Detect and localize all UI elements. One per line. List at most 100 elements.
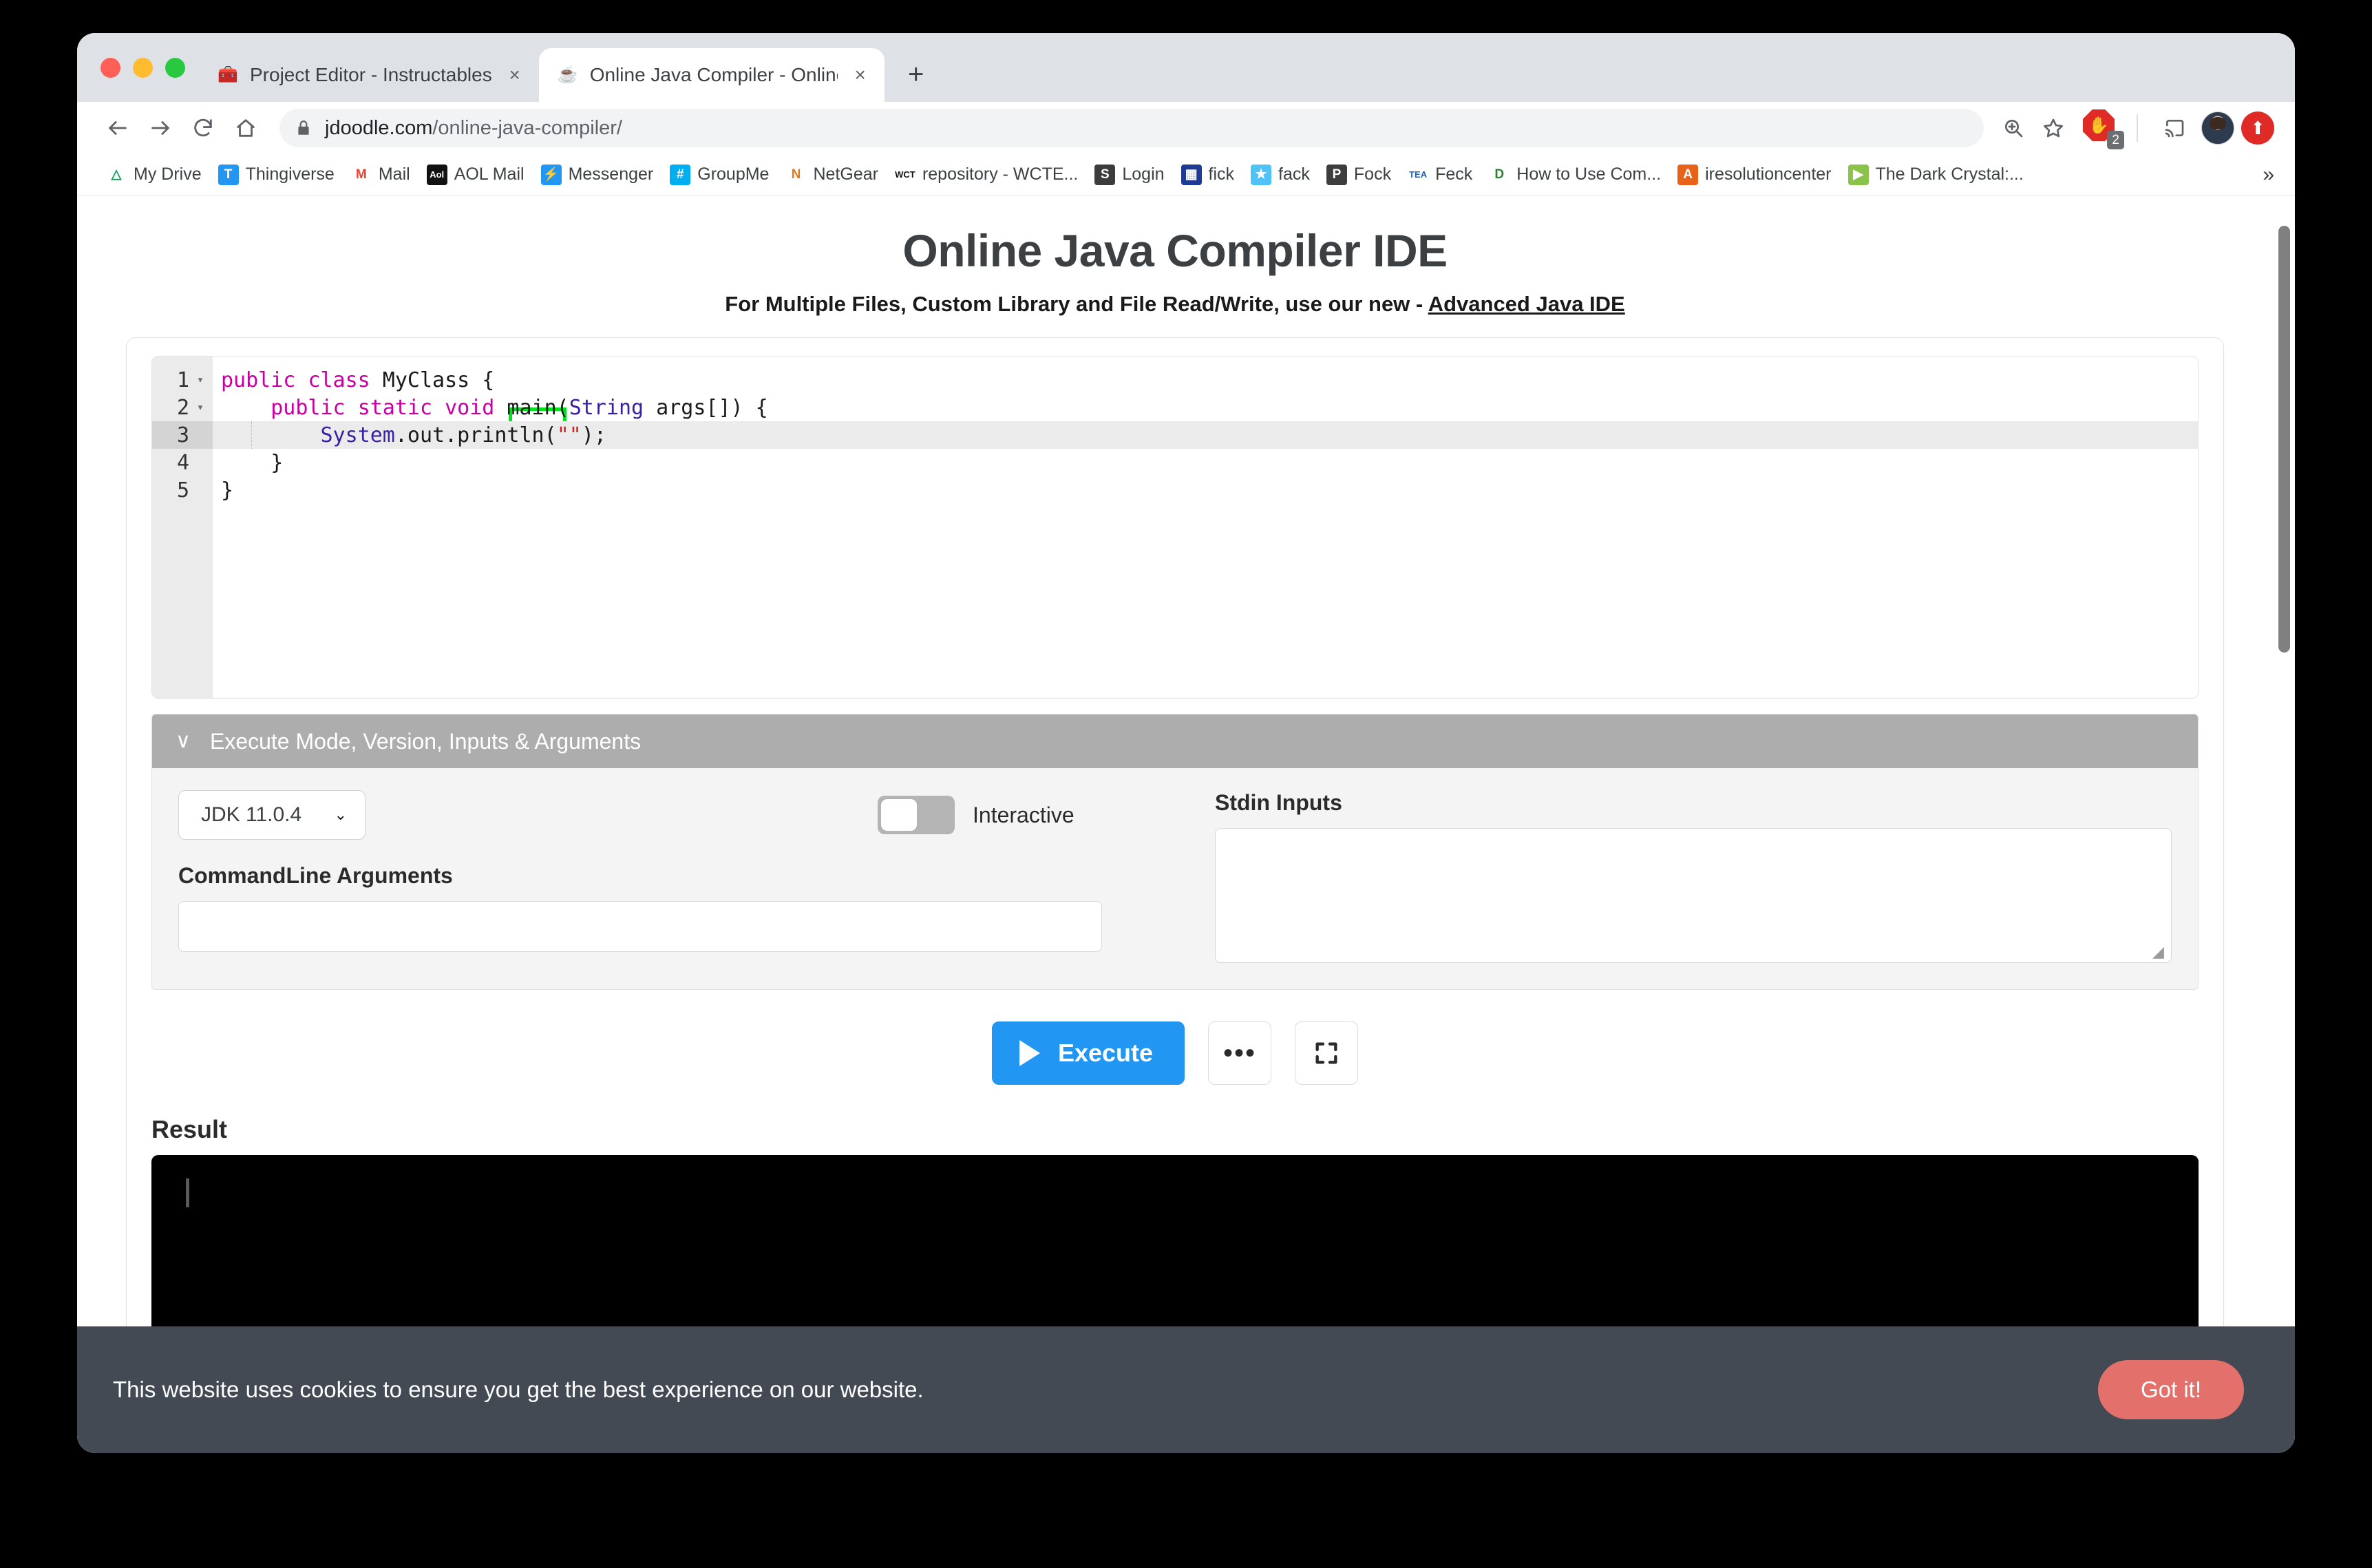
code-token: );	[582, 423, 606, 447]
line-number-gutter: 1▾2▾3▾4▾5▾	[152, 357, 213, 698]
address-bar[interactable]: jdoodle.com/online-java-compiler/	[279, 109, 1984, 147]
code-token: String	[569, 396, 644, 420]
code-line: }	[213, 476, 2198, 504]
code-token	[432, 396, 445, 420]
fold-arrow-icon[interactable]: ▾	[195, 374, 206, 386]
close-icon[interactable]: ×	[503, 63, 527, 87]
execute-options-body: JDK 11.0.4 ⌄ Interactive	[152, 768, 2198, 989]
result-label: Result	[151, 1115, 2199, 1144]
line-number: 5▾	[152, 476, 213, 504]
bookmark-label: GroupMe	[697, 165, 769, 184]
bookmark-the-dark-crystal[interactable]: ▶The Dark Crystal:...	[1840, 160, 2032, 189]
bookmark-fick[interactable]: ▦fick	[1173, 160, 1243, 189]
interactive-toggle-group[interactable]: Interactive	[878, 796, 1074, 834]
bookmark-label: Login	[1122, 165, 1164, 184]
bookmark-login[interactable]: SLogin	[1086, 160, 1172, 189]
fullscreen-icon	[1313, 1039, 1340, 1067]
code-token: }	[221, 478, 233, 502]
bookmark-feck[interactable]: TEAFeck	[1399, 160, 1481, 189]
bookmark-mail[interactable]: MMail	[343, 160, 419, 189]
resize-handle-icon[interactable]: ◢	[2152, 944, 2168, 960]
forward-icon[interactable]	[139, 107, 182, 149]
execute-options-header[interactable]: ∨ Execute Mode, Version, Inputs & Argume…	[152, 714, 2198, 768]
bookmark-iresolutioncenter[interactable]: Airesolutioncenter	[1669, 160, 1839, 189]
bookmark-fock[interactable]: PFock	[1318, 160, 1399, 189]
commandline-arguments-input[interactable]	[178, 901, 1102, 952]
bookmark-messenger[interactable]: ⚡Messenger	[533, 160, 662, 189]
code-token	[221, 423, 321, 447]
document-icon: D	[1489, 165, 1510, 185]
lock-icon	[295, 119, 313, 137]
code-token: static	[358, 396, 432, 420]
cookie-accept-button[interactable]: Got it!	[2098, 1360, 2244, 1419]
ide-card: 1▾2▾3▾4▾5▾ public class MyClass { public…	[126, 337, 2224, 1362]
code-token: ""	[557, 423, 582, 447]
bookmark-star-icon[interactable]	[2033, 108, 2073, 148]
page-viewport: Online Java Compiler IDE For Multiple Fi…	[77, 195, 2295, 1452]
close-icon[interactable]: ×	[849, 63, 872, 87]
tab-strip: 🧰 Project Editor - Instructables × ☕ Onl…	[77, 33, 2295, 102]
chevron-down-icon: ⌄	[335, 806, 347, 824]
new-tab-button[interactable]: +	[897, 55, 935, 94]
bookmark-thingiverse[interactable]: TThingiverse	[210, 160, 343, 189]
bookmark-aol-mail[interactable]: AolAOL Mail	[419, 160, 533, 189]
cast-icon[interactable]	[2154, 108, 2194, 148]
bookmark-label: iresolutioncenter	[1705, 165, 1831, 184]
page-scrollbar[interactable]	[2273, 195, 2295, 1452]
adblock-icon[interactable]: ✋ 2	[2083, 109, 2120, 147]
cookie-message: This website uses cookies to ensure you …	[113, 1377, 924, 1403]
line-number: 1▾	[152, 366, 213, 394]
upload-extension-icon[interactable]: ⬆	[2241, 112, 2274, 145]
close-window-button[interactable]	[100, 58, 120, 78]
back-icon[interactable]	[96, 107, 139, 149]
result-output-console[interactable]	[151, 1155, 2199, 1335]
fold-arrow-icon[interactable]: ▾	[195, 402, 206, 414]
code-text-area[interactable]: public class MyClass { public static voi…	[213, 357, 2198, 698]
advanced-java-ide-link[interactable]: Advanced Java IDE	[1428, 292, 1625, 316]
bookmark-groupme[interactable]: #GroupMe	[661, 160, 777, 189]
interactive-toggle[interactable]	[878, 796, 955, 834]
line-number: 2▾	[152, 394, 213, 421]
code-token	[221, 396, 271, 420]
browser-tab-project-editor[interactable]: 🧰 Project Editor - Instructables ×	[199, 48, 539, 102]
bookmarks-overflow-button[interactable]: »	[2254, 163, 2283, 187]
bookmark-fack[interactable]: ★fack	[1242, 160, 1318, 189]
profile-avatar[interactable]	[2201, 112, 2234, 145]
code-token: MyClass {	[370, 368, 495, 392]
bookmark-repository-wcte[interactable]: WCTrepository - WCTE...	[887, 160, 1086, 189]
stdin-inputs-textarea[interactable]: ◢	[1215, 828, 2172, 963]
bookmark-netgear[interactable]: NNetGear	[777, 160, 886, 189]
bookmark-label: Feck	[1435, 165, 1472, 184]
line-number-value: 5	[177, 478, 189, 502]
cookie-consent-banner: This website uses cookies to ensure you …	[77, 1326, 2295, 1453]
maximize-window-button[interactable]	[165, 58, 185, 78]
code-token: System	[321, 423, 395, 447]
google-drive-icon: △	[106, 165, 127, 185]
code-editor[interactable]: 1▾2▾3▾4▾5▾ public class MyClass { public…	[151, 356, 2199, 699]
execute-button-label: Execute	[1058, 1039, 1153, 1068]
code-line: }	[213, 449, 2198, 476]
jdk-and-interactive-row: JDK 11.0.4 ⌄ Interactive	[178, 790, 1190, 840]
bookmark-my-drive[interactable]: △My Drive	[98, 160, 210, 189]
code-token: .out.println(	[395, 423, 557, 447]
scrollbar-thumb[interactable]	[2278, 226, 2290, 653]
netgear-icon: N	[785, 165, 806, 185]
bookmark-how-to-use-com[interactable]: DHow to Use Com...	[1481, 160, 1669, 189]
browser-tab-online-java-compiler[interactable]: ☕ Online Java Compiler - Online ×	[539, 48, 885, 102]
page-subtitle-text: For Multiple Files, Custom Library and F…	[725, 292, 1428, 316]
reload-icon[interactable]	[182, 107, 224, 149]
more-options-button[interactable]: •••	[1208, 1021, 1271, 1085]
action-button-row: Execute •••	[151, 1021, 2199, 1085]
minimize-window-button[interactable]	[133, 58, 153, 78]
play-circle-icon: ▶	[1848, 165, 1869, 185]
java-coffee-cup-icon: ☕	[557, 64, 579, 86]
home-icon[interactable]	[224, 107, 267, 149]
bookmark-label: repository - WCTE...	[922, 165, 1078, 184]
aol-icon: Aol	[427, 165, 447, 185]
fullscreen-button[interactable]	[1295, 1021, 1358, 1085]
zoom-icon[interactable]	[1993, 108, 2033, 148]
jdk-version-select[interactable]: JDK 11.0.4 ⌄	[178, 790, 366, 840]
execute-button[interactable]: Execute	[992, 1021, 1185, 1085]
execute-options-header-label: Execute Mode, Version, Inputs & Argument…	[210, 729, 641, 754]
indent-guide	[251, 421, 252, 449]
